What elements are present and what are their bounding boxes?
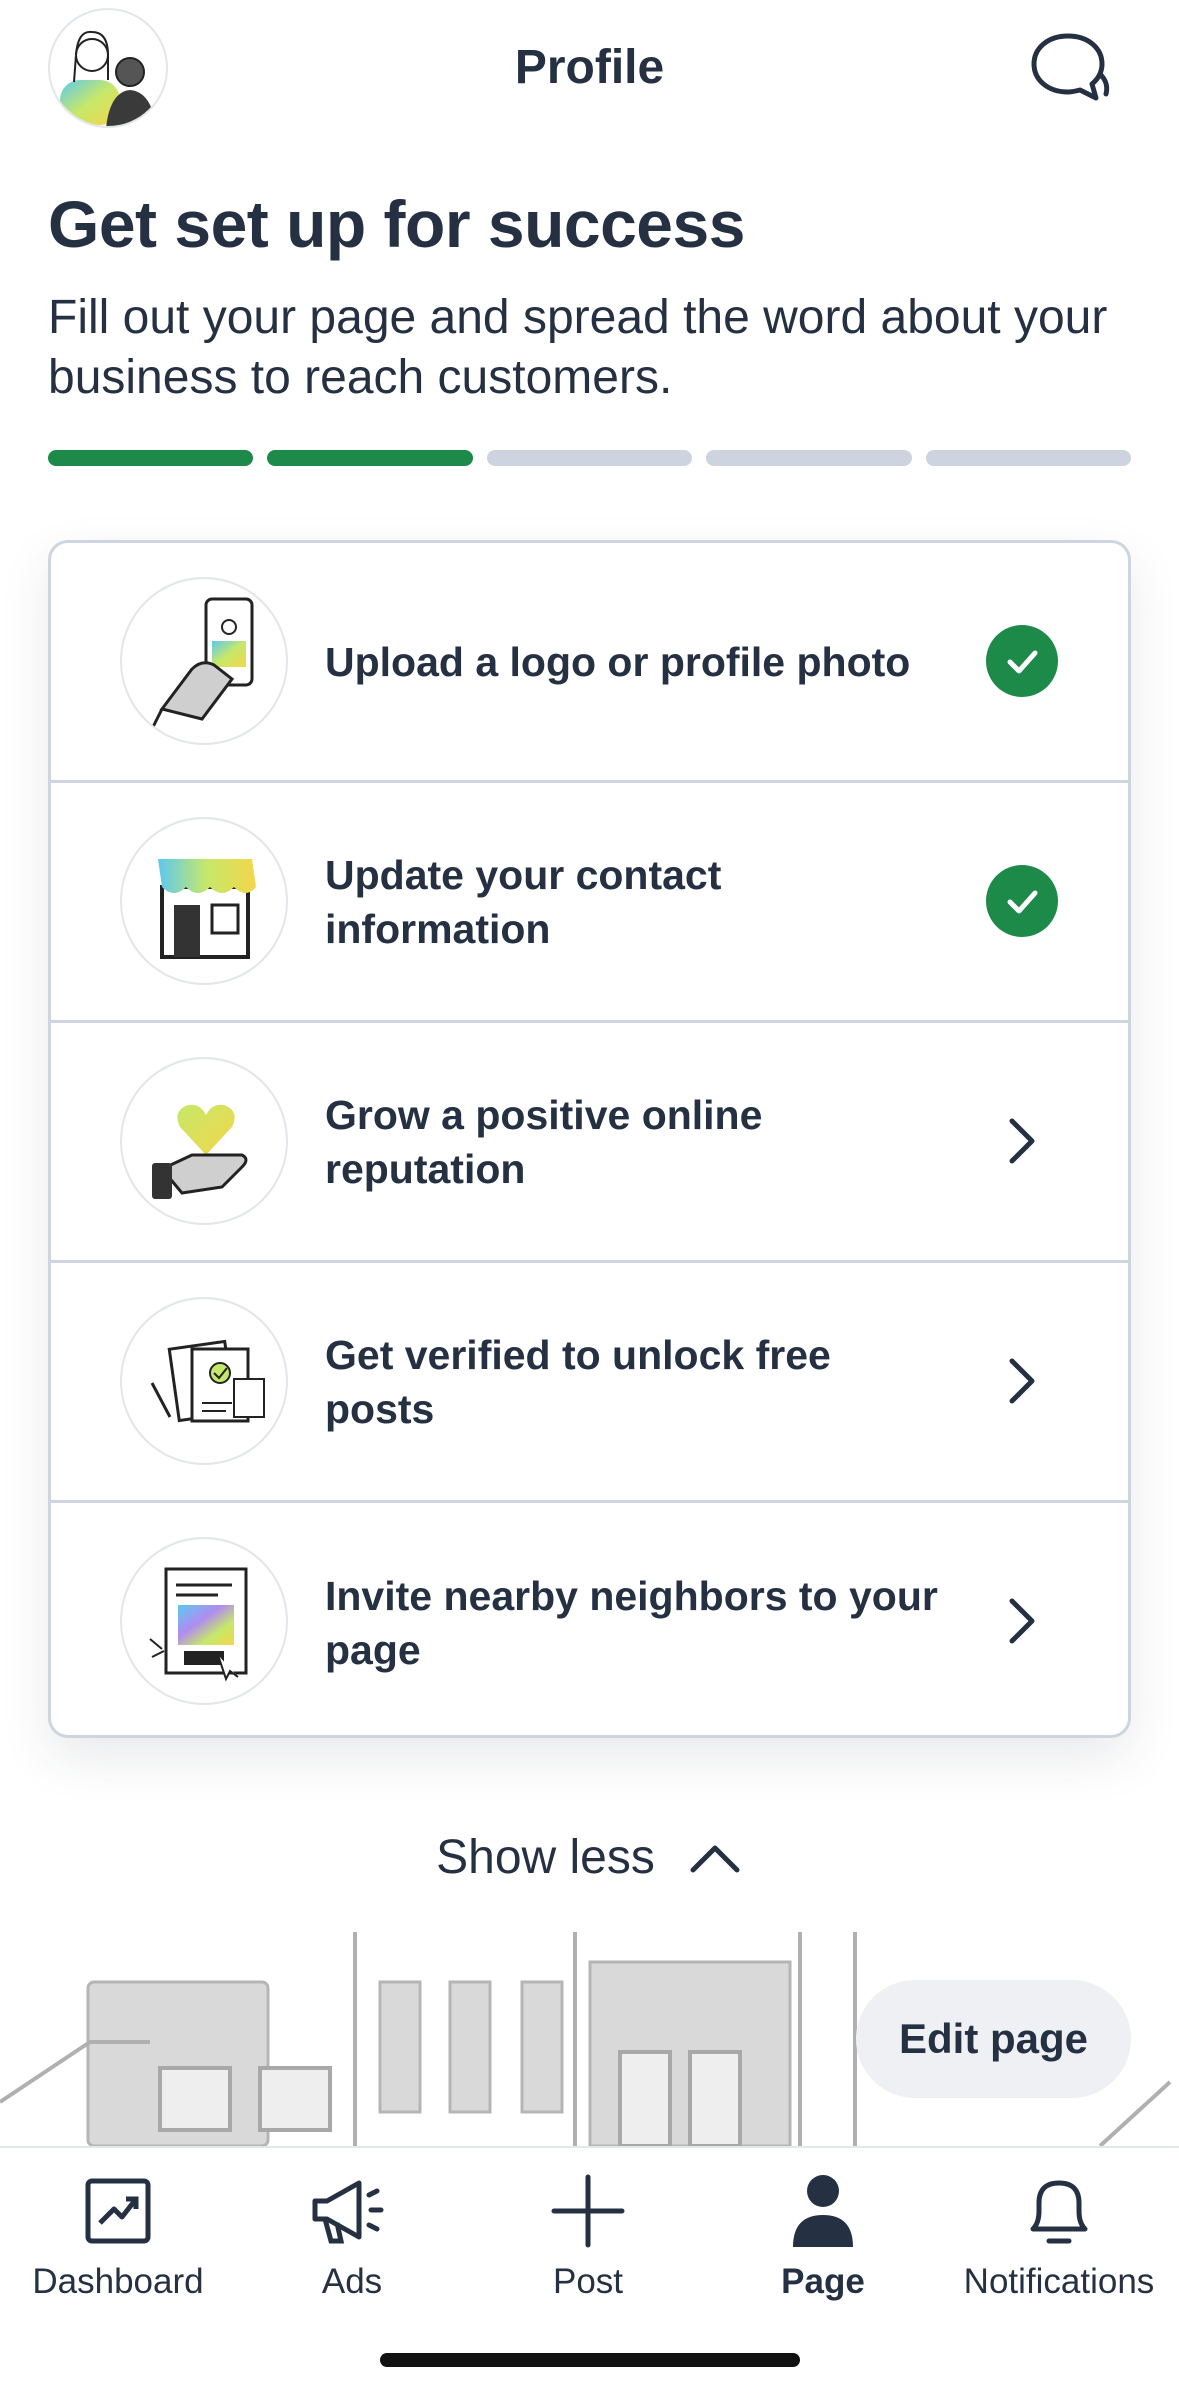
bell-icon (1014, 2166, 1104, 2256)
progress-segment (706, 450, 912, 466)
person-icon (778, 2166, 868, 2256)
tab-label: Page (781, 2262, 865, 2301)
setup-progress-bar (48, 450, 1132, 466)
tab-dashboard[interactable]: Dashboard (8, 2166, 228, 2316)
chevron-right-icon (986, 1585, 1058, 1657)
edit-page-button[interactable]: Edit page (856, 1980, 1131, 2098)
headline: Get set up for success (48, 187, 745, 261)
show-less-button[interactable]: Show less (0, 1830, 1179, 1885)
plus-icon (543, 2166, 633, 2256)
chat-bubbles-icon (1031, 33, 1110, 101)
tab-notifications[interactable]: Notifications (949, 2166, 1169, 2316)
progress-segment (486, 450, 693, 466)
phone-photo-icon (120, 577, 288, 745)
checklist-item-label: Grow a positive online reputation (325, 1091, 763, 1192)
checklist-item[interactable]: Update your contact information (51, 783, 1128, 1023)
checkmark-icon (986, 865, 1058, 937)
show-less-label: Show less (436, 1831, 655, 1884)
checklist-item-label: Get verified to unlock free posts (325, 1331, 831, 1432)
checklist-item[interactable]: Grow a positive online reputation (51, 1023, 1128, 1263)
tab-page[interactable]: Page (713, 2166, 933, 2316)
chevron-right-icon (986, 1345, 1058, 1417)
checklist-item[interactable]: Invite nearby neighbors to your page (51, 1503, 1128, 1735)
checklist-item[interactable]: Get verified to unlock free posts (51, 1263, 1128, 1503)
flyer-icon (120, 1537, 288, 1705)
page-title: Profile (514, 41, 665, 94)
tab-post[interactable]: Post (478, 2166, 698, 2316)
tab-ads[interactable]: Ads (242, 2166, 462, 2316)
tab-label: Post (552, 2262, 624, 2301)
tab-label: Dashboard (32, 2262, 204, 2301)
chart-icon (73, 2166, 163, 2256)
tab-label: Ads (321, 2262, 383, 2301)
documents-icon (120, 1297, 288, 1465)
checklist-item[interactable]: Upload a logo or profile photo (51, 543, 1128, 783)
checklist-item-label: Upload a logo or profile photo (325, 638, 911, 685)
tab-label: Notifications (963, 2262, 1155, 2301)
setup-checklist: Upload a logo or profile photo Update you… (48, 540, 1131, 1738)
subtext: Fill out your page and spread the word a… (48, 291, 1108, 404)
progress-segment (48, 450, 254, 466)
chevron-up-icon (690, 1845, 740, 1872)
storefront-icon (120, 817, 288, 985)
progress-segment (925, 450, 1132, 466)
checklist-item-label: Update your contact information (325, 851, 722, 952)
progress-segment (267, 450, 473, 466)
chat-button[interactable] (1030, 28, 1110, 108)
chevron-right-icon (986, 1105, 1058, 1177)
top-bar: Profile (0, 0, 1179, 140)
home-indicator[interactable] (380, 2353, 800, 2367)
checklist-item-label: Invite nearby neighbors to your page (325, 1573, 938, 1673)
megaphone-icon (307, 2166, 397, 2256)
heart-hand-icon (120, 1057, 288, 1225)
checkmark-icon (986, 625, 1058, 697)
